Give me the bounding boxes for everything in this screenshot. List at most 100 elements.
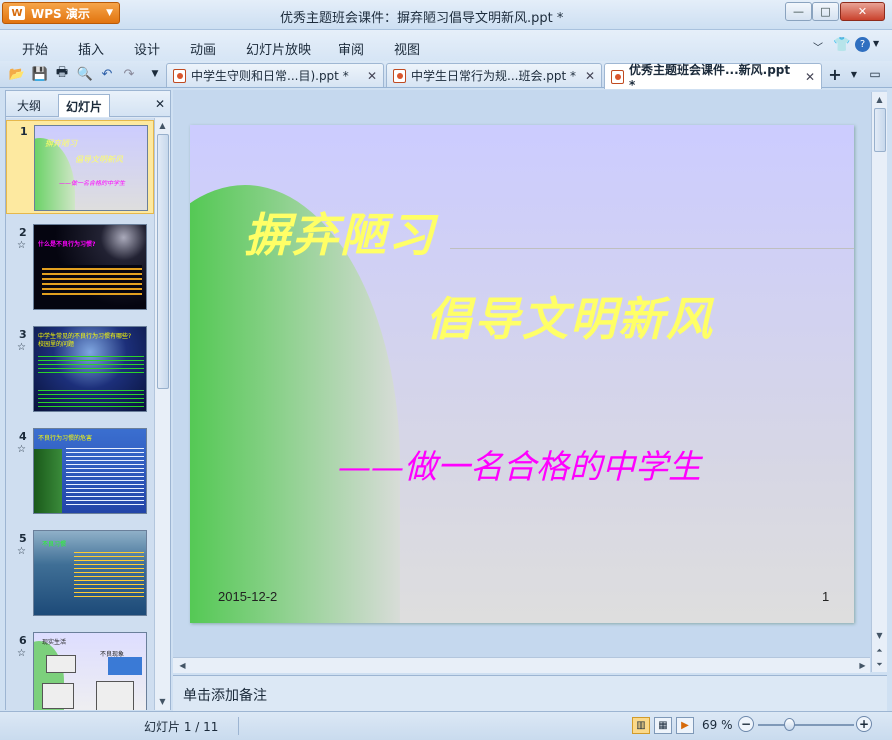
chevron-down-icon[interactable]: ﹀ <box>813 39 823 54</box>
menu-design[interactable]: 设计 <box>134 39 160 58</box>
scroll-up-icon[interactable]: ▲ <box>872 92 887 107</box>
thumbnail-item-4[interactable]: 4 ☆ 不良行为习惯的危害 <box>6 426 154 522</box>
current-slide[interactable]: 摒弃陋习 倡导文明新风 ——做一名合格的中学生 2015-12-2 1 <box>190 125 854 623</box>
editor-vertical-scrollbar[interactable]: ▲ ▼ ⏶ ⏷ <box>871 92 887 672</box>
slide-sorter-view-icon[interactable]: ▦ <box>654 717 672 734</box>
scroll-up-icon[interactable]: ▲ <box>155 118 170 133</box>
thumbnail-item-6[interactable]: 6 ☆ 现实生活 不良现象 <box>6 630 154 710</box>
slides-pane: 大纲 幻灯片 ✕ 1 摒弃陋习 倡导文明新风 ——做一名合格的中学生 2 ☆ 什… <box>5 90 171 710</box>
ppt-file-icon <box>393 68 406 83</box>
slide-number: 5 <box>19 532 27 545</box>
status-bar: 幻灯片 1 / 11 ▥ ▦ ▶ 69 % − + <box>0 711 892 740</box>
slide-title-line-2[interactable]: 倡导文明新风 <box>426 283 714 349</box>
ppt-file-icon <box>173 68 186 83</box>
quick-access-toolbar: 📂 💾 🖶 🔍 ↶ ↷ ▼ 中学生守则和日常...目).ppt * ✕ 中学生日… <box>0 61 892 92</box>
scroll-right-icon[interactable]: ▶ <box>855 658 870 673</box>
menu-home[interactable]: 开始 <box>22 39 48 58</box>
ppt-file-icon <box>611 69 624 84</box>
slide-editor-area: 摒弃陋习 倡导文明新风 ——做一名合格的中学生 2015-12-2 1 <box>173 90 887 672</box>
zoom-level: 69 % <box>702 718 733 732</box>
tab-slides[interactable]: 幻灯片 <box>58 94 111 117</box>
animation-star-icon: ☆ <box>17 240 26 251</box>
close-icon[interactable]: ✕ <box>585 69 595 83</box>
slide-number: 4 <box>19 430 27 443</box>
window-layout-icon[interactable]: ▭ <box>866 65 884 83</box>
print-preview-icon[interactable]: 🔍 <box>76 65 94 83</box>
animation-star-icon: ☆ <box>17 546 26 557</box>
thumbnail-item-5[interactable]: 5 ☆ 不良习惯 <box>6 528 154 624</box>
pane-tab-strip: 大纲 幻灯片 ✕ <box>6 91 170 117</box>
previous-slide-icon[interactable]: ⏶ <box>872 643 887 658</box>
doc-tab-label: 中学生守则和日常...目).ppt * <box>191 69 349 83</box>
zoom-slider-track[interactable] <box>758 724 854 726</box>
menu-animation[interactable]: 动画 <box>190 39 216 58</box>
scroll-down-icon[interactable]: ▼ <box>872 628 887 643</box>
doc-tab-3-active[interactable]: 优秀主题班会课件...新风.ppt * ✕ <box>604 63 822 92</box>
scroll-left-icon[interactable]: ◀ <box>175 658 190 673</box>
zoom-out-icon[interactable]: − <box>738 716 754 732</box>
menu-slideshow[interactable]: 幻灯片放映 <box>246 39 311 58</box>
maximize-button[interactable]: □ <box>812 2 839 21</box>
scroll-thumb[interactable] <box>874 108 886 152</box>
customize-toolbar-icon[interactable]: ▼ <box>146 65 164 83</box>
wps-logo-icon: W <box>9 6 25 20</box>
animation-star-icon: ☆ <box>17 342 26 353</box>
divider <box>238 717 239 735</box>
slide-thumbnail: 不良行为习惯的危害 <box>33 428 147 514</box>
normal-view-icon[interactable]: ▥ <box>632 717 650 734</box>
wps-app-menu-button[interactable]: W WPS 演示 ▼ <box>2 2 120 24</box>
thumbnail-item-2[interactable]: 2 ☆ 什么是不良行为习惯? <box>6 222 154 318</box>
open-folder-icon[interactable]: 📂 <box>8 65 26 83</box>
slide-thumbnail-list: 1 摒弃陋习 倡导文明新风 ——做一名合格的中学生 2 ☆ 什么是不良行为习惯?… <box>6 118 154 710</box>
notes-placeholder[interactable]: 单击添加备注 <box>183 685 267 705</box>
tab-outline[interactable]: 大纲 <box>10 94 48 117</box>
slide-thumbnail: 不良习惯 <box>33 530 147 616</box>
close-window-button[interactable]: ✕ <box>840 2 885 21</box>
zoom-in-icon[interactable]: + <box>856 716 872 732</box>
menu-insert[interactable]: 插入 <box>78 39 104 58</box>
minimize-button[interactable]: — <box>785 2 812 21</box>
scroll-thumb[interactable] <box>157 134 169 389</box>
menu-view[interactable]: 视图 <box>394 39 420 58</box>
slide-title-line-1[interactable]: 摒弃陋习 <box>244 199 436 265</box>
close-icon[interactable]: ✕ <box>367 69 377 83</box>
redo-icon[interactable]: ↷ <box>120 65 138 83</box>
doc-tab-1[interactable]: 中学生守则和日常...目).ppt * ✕ <box>166 63 384 87</box>
menu-review[interactable]: 审阅 <box>338 39 364 58</box>
tab-list-dropdown-icon[interactable]: ▼ <box>845 65 863 83</box>
slide-number: 2 <box>19 226 27 239</box>
new-tab-plus-icon[interactable]: + <box>826 65 844 84</box>
undo-icon[interactable]: ↶ <box>98 65 116 83</box>
doc-tab-2[interactable]: 中学生日常行为规...班会.ppt * ✕ <box>386 63 602 87</box>
app-badge-label: WPS 演示 <box>31 6 90 21</box>
editor-horizontal-scrollbar[interactable]: ◀ ▶ <box>173 657 870 673</box>
thumbnail-item-1[interactable]: 1 摒弃陋习 倡导文明新风 ——做一名合格的中学生 <box>6 120 154 214</box>
close-pane-icon[interactable]: ✕ <box>155 97 165 111</box>
slide-number: 1 <box>20 125 28 138</box>
slideshow-play-icon[interactable]: ▶ <box>676 717 694 734</box>
print-icon[interactable]: 🖶 <box>53 65 71 83</box>
close-icon[interactable]: ✕ <box>805 70 815 84</box>
title-bar: W WPS 演示 ▼ 优秀主题班会课件：摒弃陋习倡导文明新风.ppt * — □… <box>0 0 892 30</box>
notes-pane[interactable]: 单击添加备注 <box>173 675 887 711</box>
slide-number-footer[interactable]: 1 <box>822 589 829 604</box>
save-icon[interactable]: 💾 <box>31 65 49 83</box>
skin-shirt-icon[interactable]: 👕 <box>833 37 850 53</box>
slide-thumbnail: 什么是不良行为习惯? <box>33 224 147 310</box>
slide-number: 3 <box>19 328 27 341</box>
slide-thumbnail: 现实生活 不良现象 <box>33 632 147 710</box>
slide-date[interactable]: 2015-12-2 <box>218 589 277 604</box>
help-dropdown-icon[interactable]: ▼ <box>873 39 879 48</box>
ribbon-menu-bar: 开始 插入 设计 动画 幻灯片放映 审阅 视图 ﹀ 👕 ? ▼ <box>0 30 892 61</box>
zoom-slider-handle[interactable] <box>784 718 795 731</box>
slide-thumbnail: 摒弃陋习 倡导文明新风 ——做一名合格的中学生 <box>34 125 148 211</box>
slide-subtitle[interactable]: ——做一名合格的中学生 <box>338 440 701 488</box>
scroll-down-icon[interactable]: ▼ <box>155 694 170 709</box>
animation-star-icon: ☆ <box>17 444 26 455</box>
thumbnail-item-3[interactable]: 3 ☆ 中学生常见的不良行为习惯有哪些? 校园里的问题 <box>6 324 154 420</box>
next-slide-icon[interactable]: ⏷ <box>872 657 887 672</box>
help-icon[interactable]: ? <box>855 37 870 52</box>
doc-tab-label: 中学生日常行为规...班会.ppt * <box>411 69 577 83</box>
slide-number: 6 <box>19 634 27 647</box>
thumbnail-scrollbar[interactable]: ▲ ▼ <box>154 118 170 710</box>
